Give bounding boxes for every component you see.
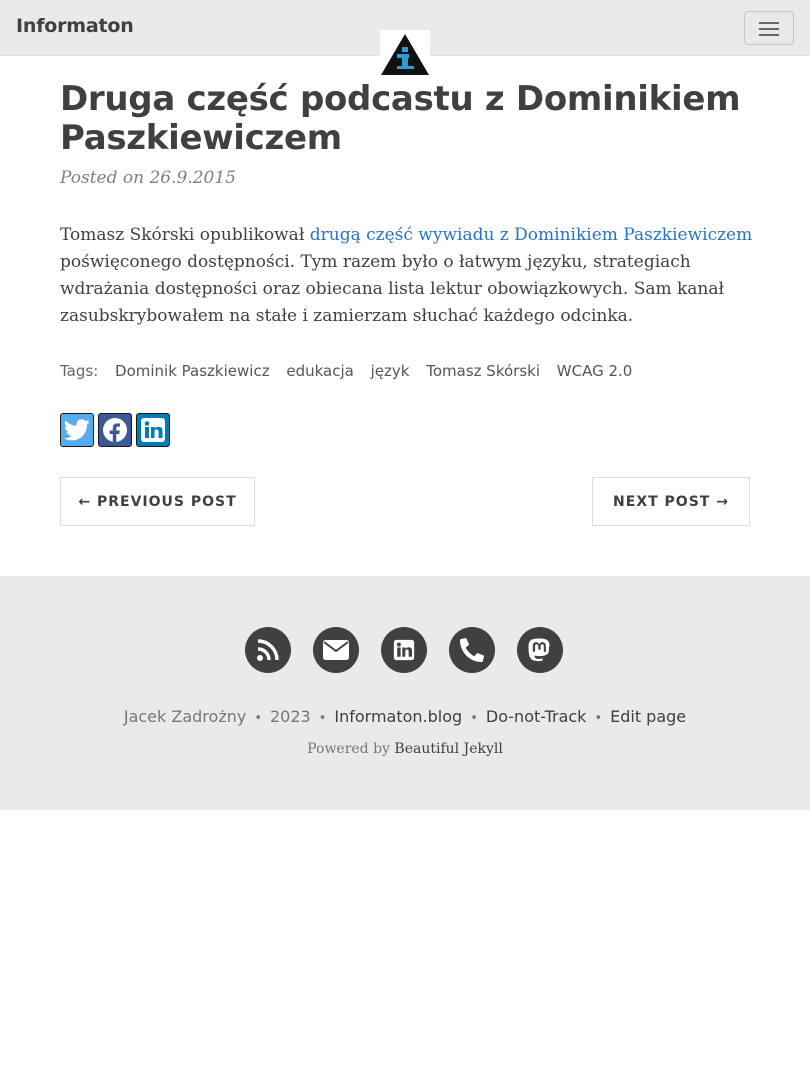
mastodon-icon — [528, 638, 550, 662]
previous-post-button[interactable]: ← PREVIOUS POST — [60, 477, 255, 526]
phone-icon — [460, 638, 484, 662]
hamburger-icon — [759, 22, 779, 24]
footer-year: 2023 — [270, 707, 311, 726]
tag-link[interactable]: WCAG 2.0 — [557, 362, 633, 380]
linkedin-icon — [393, 639, 415, 661]
mastodon-link[interactable] — [517, 627, 563, 673]
footer-dnt-link[interactable]: Do-not-Track — [486, 707, 587, 726]
envelope-icon — [323, 640, 349, 660]
footer-site-link[interactable]: Informaton.blog — [334, 707, 462, 726]
tags-list: Tags: Dominik Paszkiewicz edukacja język… — [60, 362, 632, 380]
rss-link[interactable] — [245, 627, 291, 673]
share-facebook-button[interactable] — [98, 413, 132, 447]
footer-info: Jacek Zadrożny • 2023 • Informaton.blog • Do-n… — [123, 707, 687, 726]
tag-link[interactable]: Dominik Paszkiewicz — [115, 362, 270, 380]
share-twitter-button[interactable] — [60, 413, 94, 447]
share-linkedin-button[interactable] — [136, 413, 170, 447]
body-text-end: poświęconego dostępności. Tym razem było… — [60, 252, 725, 326]
rss-icon — [257, 639, 279, 661]
powered-by-label: Powered by — [307, 741, 395, 757]
facebook-icon — [103, 418, 127, 443]
footer: Jacek Zadrożny • 2023 • Informaton.blog • Do-n… — [0, 576, 810, 810]
information-logo-icon[interactable] — [380, 30, 430, 76]
email-link[interactable] — [313, 627, 359, 673]
phone-link[interactable] — [449, 627, 495, 673]
post-meta: Posted on 26.9.2015 — [60, 168, 236, 188]
menu-toggle-button[interactable] — [744, 11, 794, 45]
tag-link[interactable]: język — [371, 362, 410, 380]
tags-label: Tags: — [60, 362, 99, 380]
next-post-button[interactable]: NEXT POST → — [592, 477, 750, 526]
tag-link[interactable]: edukacja — [286, 362, 353, 380]
footer-social-links — [245, 627, 563, 673]
linkedin-link[interactable] — [381, 627, 427, 673]
footer-author: Jacek Zadrożny — [123, 707, 247, 726]
tag-link[interactable]: Tomasz Skórski — [426, 362, 540, 380]
post-body: Tomasz Skórski opublikował drugą część w… — [60, 222, 760, 330]
post-title: Druga część podcastu z Dominikiem Paszki… — [60, 79, 741, 158]
linkedin-icon — [141, 418, 165, 442]
powered-by: Powered by Beautiful Jekyll — [0, 741, 810, 757]
beautiful-jekyll-link[interactable]: Beautiful Jekyll — [394, 741, 502, 757]
body-text-start: Tomasz Skórski opublikował — [60, 225, 310, 245]
interview-link[interactable]: drugą część wywiadu z Dominikiem Paszkie… — [310, 225, 753, 245]
twitter-icon — [64, 419, 90, 441]
footer-edit-link[interactable]: Edit page — [610, 707, 686, 726]
brand-link[interactable]: Informaton — [16, 15, 134, 37]
share-buttons — [60, 413, 170, 447]
